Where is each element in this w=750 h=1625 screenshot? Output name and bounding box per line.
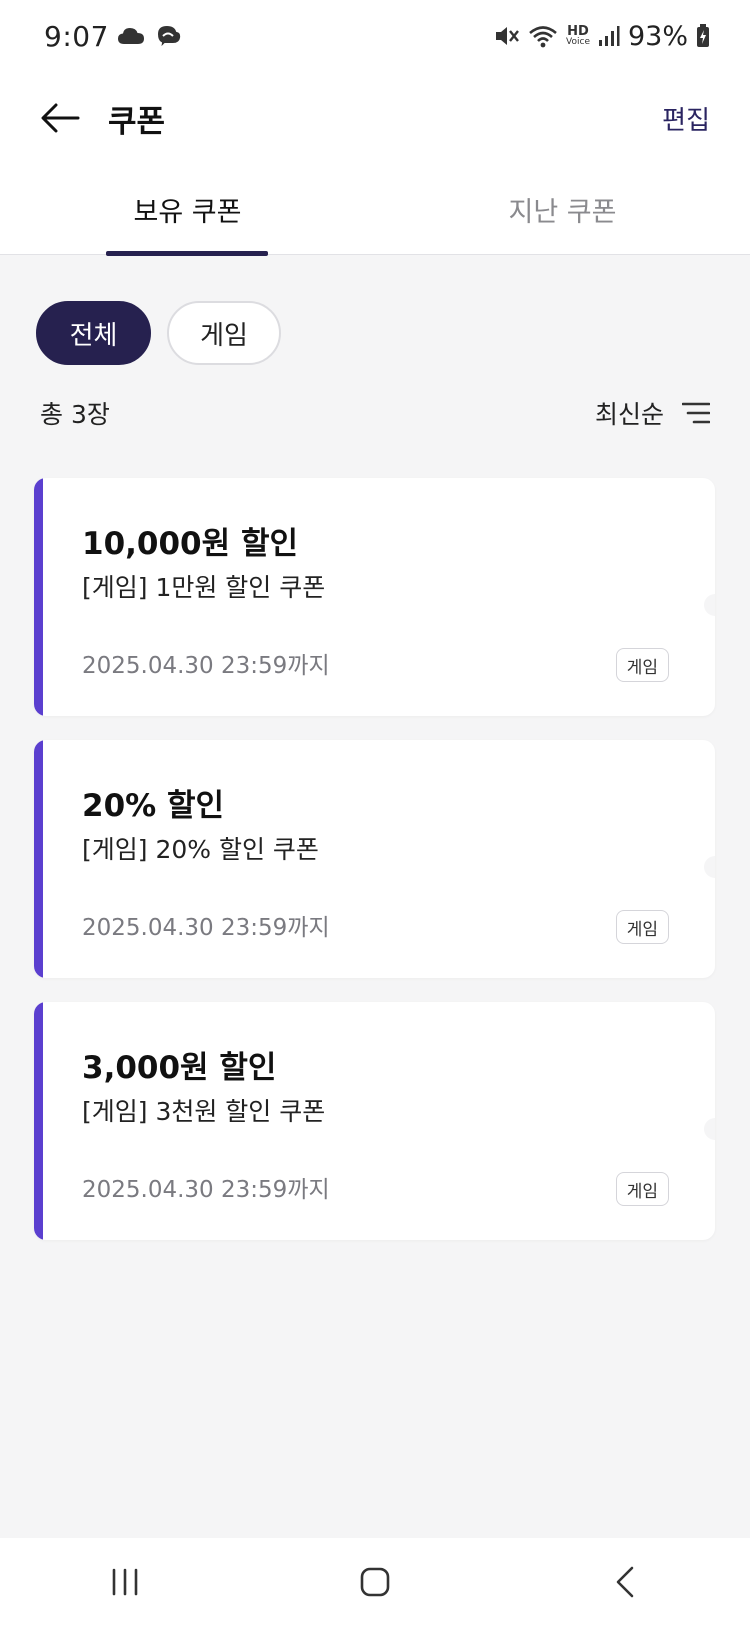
back-button[interactable]: [40, 93, 90, 143]
list-header: 총 3장 최신순: [40, 395, 710, 431]
tab-label: 보유 쿠폰: [133, 197, 242, 228]
status-bar: 9:07 HD Voice 93%: [0, 0, 750, 72]
coupon-expiry: 2025.04.30 23:59까지: [82, 653, 330, 679]
coupon-card[interactable]: 10,000원 할인 [게임] 1만원 할인 쿠폰 2025.04.30 23:…: [34, 478, 715, 716]
tab-owned-coupons[interactable]: 보유 쿠폰: [0, 190, 375, 256]
edit-button[interactable]: 편집: [662, 100, 710, 137]
filter-chip-game[interactable]: 게임: [167, 301, 281, 365]
battery-icon: [696, 24, 710, 48]
coupon-card[interactable]: 3,000원 할인 [게임] 3천원 할인 쿠폰 2025.04.30 23:5…: [34, 1002, 715, 1240]
coupon-tabs: 보유 쿠폰 지난 쿠폰: [0, 190, 750, 256]
coupon-name: [게임] 20% 할인 쿠폰: [82, 835, 319, 864]
chevron-left-icon: [615, 1566, 635, 1598]
home-icon: [360, 1567, 390, 1597]
wifi-icon: [528, 24, 558, 48]
coupon-notch: [704, 594, 715, 616]
coupon-amount: 10,000원 할인: [82, 526, 298, 562]
battery-percent: 93%: [627, 20, 688, 52]
tab-label: 지난 쿠폰: [508, 197, 617, 228]
sort-icon: [682, 402, 710, 424]
home-button[interactable]: [315, 1552, 435, 1612]
coupon-card[interactable]: 20% 할인 [게임] 20% 할인 쿠폰 2025.04.30 23:59까지…: [34, 740, 715, 978]
filter-chips: 전체 게임: [36, 301, 281, 365]
recent-apps-button[interactable]: [65, 1552, 185, 1612]
cloud-icon: [117, 26, 145, 46]
recent-apps-icon: [110, 1568, 140, 1596]
coupon-expiry: 2025.04.30 23:59까지: [82, 915, 330, 941]
filter-chip-all[interactable]: 전체: [36, 301, 151, 365]
hd-voice-icon: HD Voice: [566, 25, 590, 47]
coupon-count: 총 3장: [40, 400, 110, 429]
coupon-amount: 20% 할인: [82, 788, 225, 824]
status-right: HD Voice 93%: [494, 21, 710, 52]
coupon-accent-bar: [34, 478, 43, 716]
status-time: 9:07: [44, 19, 109, 53]
coupon-accent-bar: [34, 1002, 43, 1240]
status-left: 9:07: [44, 20, 183, 53]
tab-past-coupons[interactable]: 지난 쿠폰: [375, 190, 750, 255]
sort-button[interactable]: 최신순: [595, 395, 710, 431]
page-title: 쿠폰: [108, 103, 166, 140]
voice-label: Voice: [566, 37, 590, 47]
arrow-left-icon: [40, 102, 80, 134]
coupon-notch: [704, 856, 715, 878]
coupon-name: [게임] 1만원 할인 쿠폰: [82, 573, 326, 602]
app-bar: 쿠폰 편집: [0, 82, 750, 154]
mute-icon: [494, 24, 520, 48]
weather-icon: [153, 22, 183, 50]
sort-label: 최신순: [594, 400, 664, 429]
back-nav-button[interactable]: [565, 1552, 685, 1612]
coupon-category-tag: 게임: [615, 910, 669, 944]
coupon-name: [게임] 3천원 할인 쿠폰: [82, 1097, 326, 1126]
system-nav-bar: [0, 1538, 750, 1625]
coupon-category-tag: 게임: [615, 1172, 669, 1206]
coupon-expiry: 2025.04.30 23:59까지: [82, 1177, 330, 1203]
coupon-accent-bar: [34, 740, 43, 978]
top-area: 9:07 HD Voice 93% 쿠폰 편집 보유 쿠폰 지난 쿠폰: [0, 0, 750, 256]
signal-icon: [598, 25, 620, 47]
coupon-notch: [704, 1118, 715, 1140]
coupon-amount: 3,000원 할인: [82, 1050, 277, 1086]
coupon-category-tag: 게임: [615, 648, 669, 682]
